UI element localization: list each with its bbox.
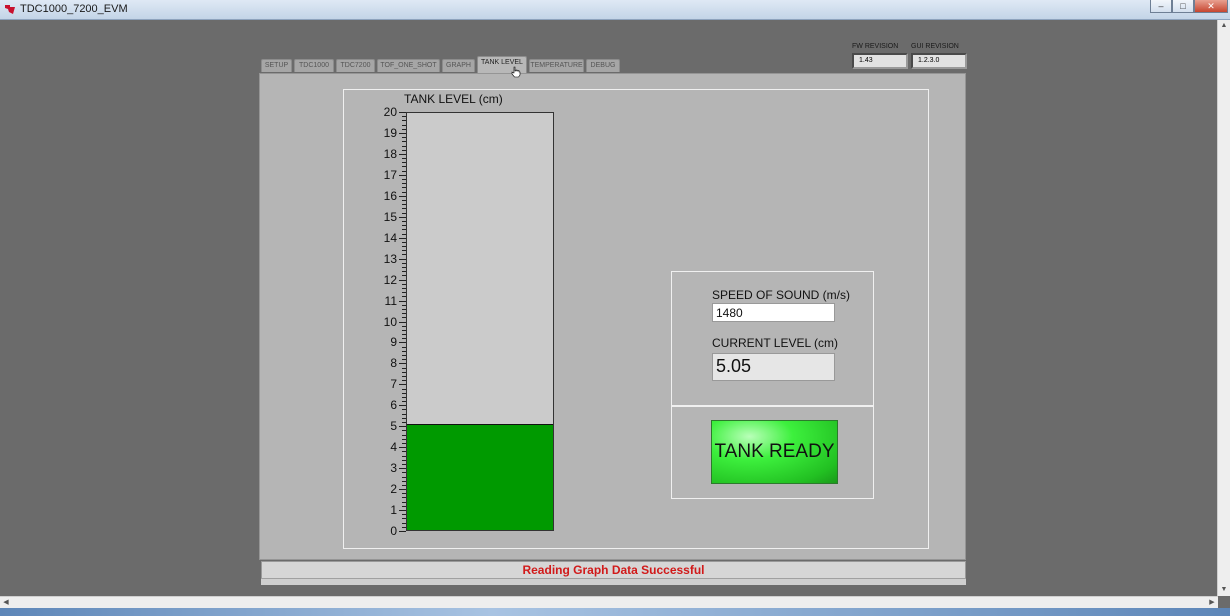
- scale-tick-label: 4: [390, 440, 397, 455]
- fw-revision-label: FW REVISION: [852, 43, 899, 50]
- scale-tick: [399, 259, 406, 260]
- minimize-button[interactable]: –: [1150, 0, 1172, 13]
- speed-of-sound-label: SPEED OF SOUND (m/s): [712, 288, 851, 302]
- scale-tick-label: 12: [383, 272, 397, 287]
- gui-revision-label: GUI REVISION: [911, 43, 959, 50]
- scale-tick: [399, 301, 406, 302]
- window-titlebar: TDC1000_7200_EVM – □ ✕: [0, 0, 1230, 20]
- scale-tick-label: 16: [383, 188, 397, 203]
- scale-tick-label: 2: [390, 482, 397, 497]
- scale-tick-label: 0: [390, 524, 397, 538]
- scroll-down-icon[interactable]: ▼: [1218, 584, 1230, 596]
- tank-gauge: [406, 112, 554, 531]
- scale-tick-label: 17: [383, 167, 397, 182]
- scale-tick: [399, 154, 406, 155]
- scroll-up-icon[interactable]: ▲: [1218, 20, 1230, 32]
- scale-tick: [399, 342, 406, 343]
- scale-tick: [399, 112, 406, 113]
- scale-tick: [399, 133, 406, 134]
- speed-of-sound-input[interactable]: [712, 303, 835, 322]
- window-controls: – □ ✕: [1150, 0, 1228, 14]
- scale-tick: [399, 468, 406, 469]
- gui-revision-value: 1.2.3.0: [911, 53, 967, 69]
- scale-tick-label: 14: [383, 230, 397, 245]
- tank-level-title: TANK LEVEL (cm): [404, 92, 503, 106]
- tab-debug[interactable]: DEBUG: [586, 59, 620, 72]
- maximize-button[interactable]: □: [1172, 0, 1194, 13]
- scale-tick: [399, 280, 406, 281]
- status-bar-divider: [261, 578, 966, 585]
- tab-temperature[interactable]: TEMPERATURE: [529, 59, 584, 72]
- tab-graph[interactable]: GRAPH: [442, 59, 475, 72]
- close-button[interactable]: ✕: [1194, 0, 1228, 13]
- current-level-display: 5.05: [712, 353, 835, 381]
- scale-tick: [399, 426, 406, 427]
- tank-fill-level: [407, 424, 553, 530]
- fw-revision-value: 1.43: [852, 53, 908, 69]
- scale-tick: [399, 531, 406, 532]
- scale-tick: [399, 363, 406, 364]
- scale-tick: [399, 510, 406, 511]
- ti-logo-icon: [5, 5, 15, 14]
- tank-ready-button[interactable]: TANK READY: [711, 420, 838, 484]
- scale-tick-label: 20: [383, 105, 397, 119]
- scale-tick-label: 8: [390, 356, 397, 371]
- scale-tick: [399, 217, 406, 218]
- scale-tick-label: 18: [383, 146, 397, 161]
- vertical-scrollbar[interactable]: ▲ ▼: [1217, 20, 1230, 596]
- scale-tick-label: 9: [390, 335, 397, 350]
- scale-tick-label: 6: [390, 398, 397, 413]
- scale-tick-label: 3: [390, 461, 397, 476]
- current-level-label: CURRENT LEVEL (cm): [712, 336, 839, 350]
- scale-tick: [399, 175, 406, 176]
- scale-tick: [399, 238, 406, 239]
- scale-tick-label: 13: [383, 251, 397, 266]
- hand-cursor-icon: [511, 66, 521, 78]
- tank-level-scale: 0 1 2 3 4 5 6 7 8 9 10 11 12 13 14 15 16 17 18 19 20: [370, 106, 406, 537]
- scale-tick: [399, 384, 406, 385]
- tab-setup[interactable]: SETUP: [261, 59, 292, 72]
- scale-tick: [399, 196, 406, 197]
- tab-tof-one-shot[interactable]: TOF_ONE_SHOT: [377, 59, 440, 72]
- scale-tick: [399, 489, 406, 490]
- tab-tdc1000[interactable]: TDC1000: [294, 59, 334, 72]
- window-title: TDC1000_7200_EVM: [20, 3, 128, 15]
- scale-tick-label: 7: [390, 377, 397, 392]
- scale-tick-label: 11: [384, 293, 397, 308]
- desktop-background: [0, 608, 1230, 616]
- scale-tick: [399, 322, 406, 323]
- scale-tick: [399, 405, 406, 406]
- tab-tdc7200[interactable]: TDC7200: [336, 59, 375, 72]
- scale-tick-label: 5: [390, 419, 397, 434]
- scale-tick-label: 1: [390, 503, 397, 518]
- scale-tick-label: 10: [383, 314, 397, 329]
- scale-tick-label: 15: [383, 209, 397, 224]
- scale-tick: [399, 447, 406, 448]
- scale-tick-label: 19: [383, 125, 397, 140]
